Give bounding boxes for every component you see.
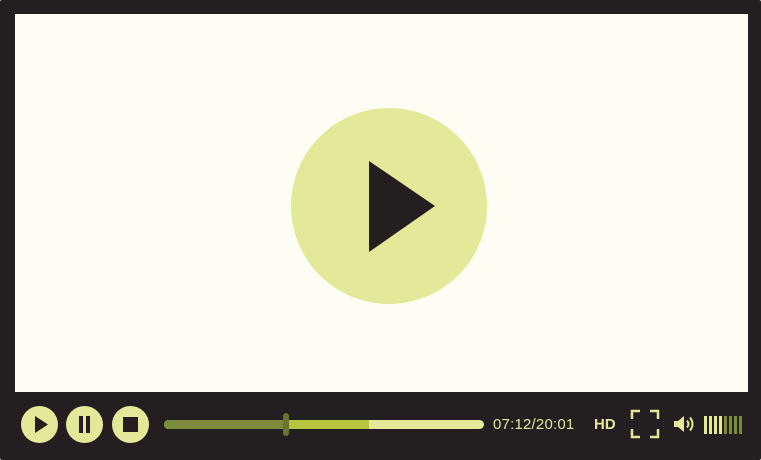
video-player: 07:12/20:01 HD (0, 0, 761, 460)
volume-bar[interactable] (739, 416, 742, 434)
fullscreen-icon (630, 409, 660, 439)
volume-bar[interactable] (704, 416, 707, 434)
volume-bar[interactable] (734, 416, 737, 434)
big-play-button[interactable] (291, 108, 487, 304)
played-progress (164, 420, 286, 429)
control-bar: 07:12/20:01 HD (0, 392, 761, 460)
time-display: 07:12/20:01 (493, 416, 575, 433)
video-screen[interactable] (15, 14, 748, 392)
volume-level[interactable] (704, 416, 744, 434)
stop-button[interactable] (112, 406, 149, 443)
volume-bar[interactable] (719, 416, 722, 434)
pause-icon (79, 416, 90, 433)
hd-quality-toggle[interactable]: HD (594, 416, 616, 433)
play-icon (369, 161, 435, 252)
volume-bar[interactable] (714, 416, 717, 434)
volume-bar[interactable] (724, 416, 727, 434)
speaker-icon (674, 416, 694, 432)
seek-bar[interactable] (164, 413, 484, 436)
mute-button[interactable] (673, 414, 697, 434)
pause-button[interactable] (66, 406, 103, 443)
fullscreen-button[interactable] (630, 409, 660, 439)
play-button[interactable] (21, 406, 58, 443)
stop-icon (123, 417, 138, 432)
seek-handle[interactable] (282, 413, 289, 436)
volume-bar[interactable] (709, 416, 712, 434)
volume-bar[interactable] (729, 416, 732, 434)
play-icon (35, 416, 48, 433)
